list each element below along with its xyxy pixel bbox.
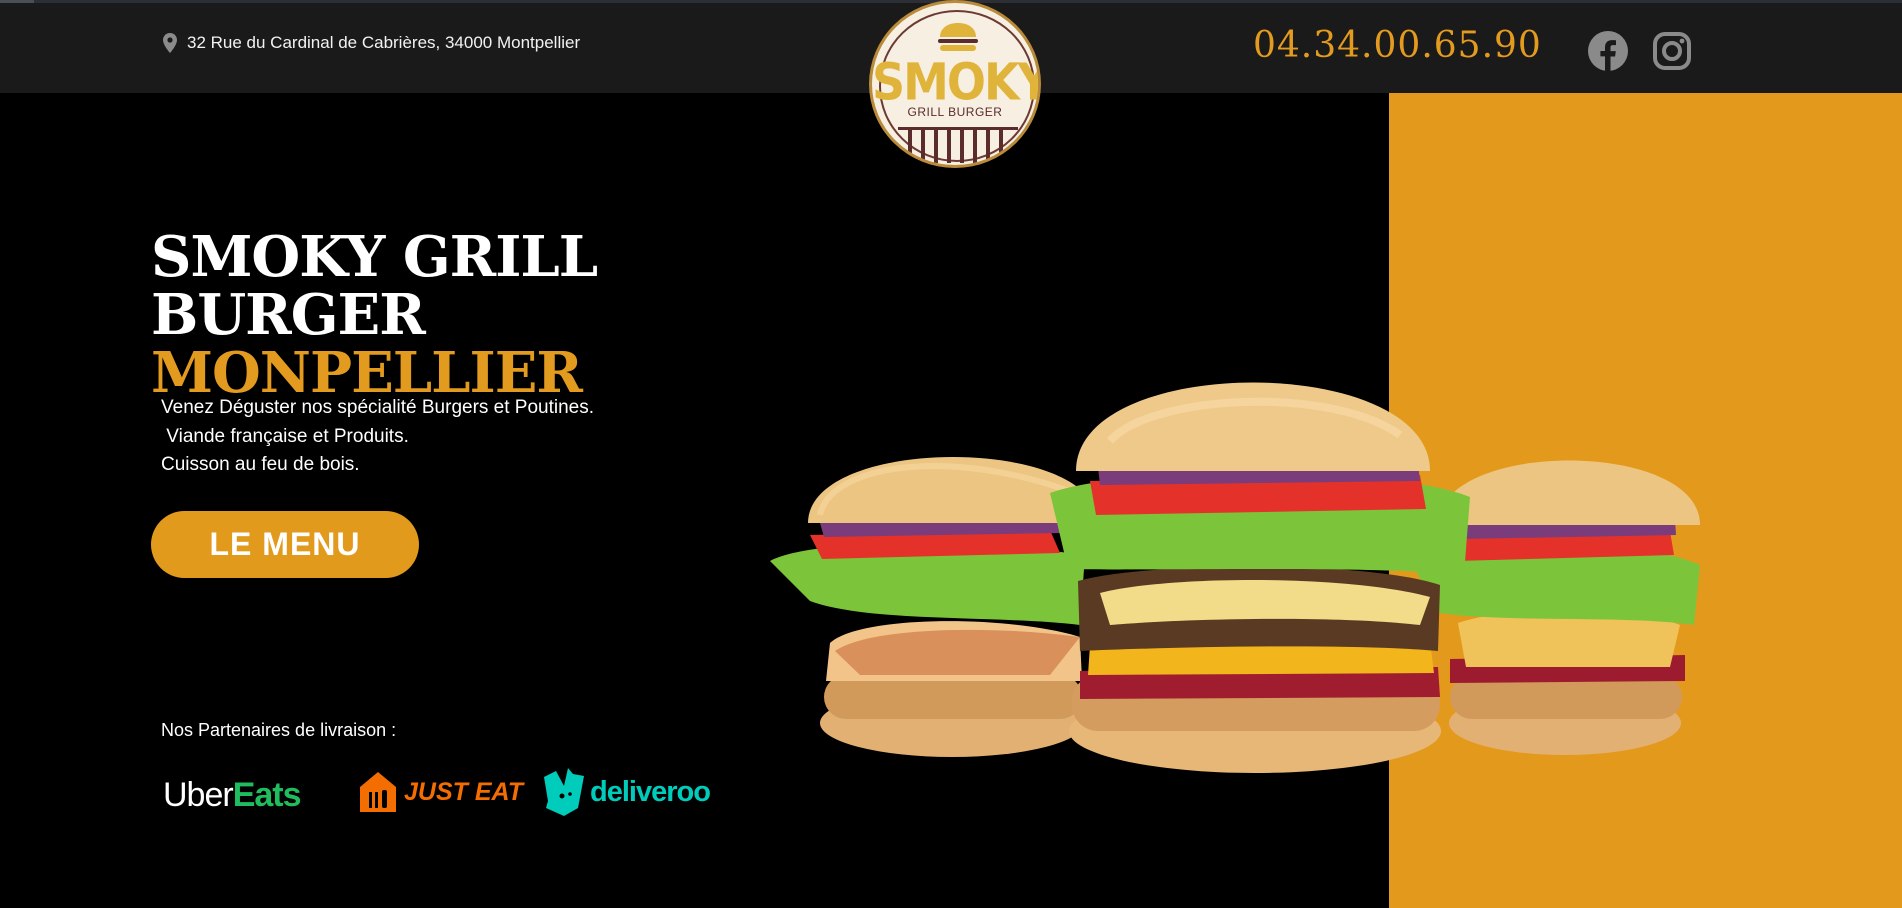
facebook-icon[interactable] <box>1588 31 1628 71</box>
address-text: 32 Rue du Cardinal de Cabrières, 34000 M… <box>187 33 581 52</box>
deliveroo-logo[interactable]: deliveroo <box>540 768 711 816</box>
instagram-icon[interactable] <box>1652 31 1692 71</box>
address: 32 Rue du Cardinal de Cabrières, 34000 M… <box>163 33 580 53</box>
phone-number[interactable]: 04.34.00.65.90 <box>1253 25 1542 66</box>
title-line-2: BURGER <box>151 281 426 348</box>
menu-button[interactable]: LE MENU <box>151 511 419 578</box>
hero-tagline: Venez Déguster nos spécialité Burgers et… <box>161 397 595 475</box>
logo-subtitle: GRILL BURGER <box>907 105 1003 119</box>
justeat-house-icon <box>360 772 396 812</box>
ubereats-logo[interactable]: UberEats <box>163 776 302 815</box>
brand-logo[interactable]: SMOKY GRILL BURGER <box>869 0 1041 168</box>
burger-logo-icon <box>938 23 978 51</box>
logo-wordmark: SMOKY <box>872 52 1041 112</box>
justeat-logo[interactable]: JUST EAT <box>358 770 523 814</box>
map-pin-icon <box>163 33 177 53</box>
hero-title: SMOKY GRILL BURGER MONPELLIER <box>151 223 598 406</box>
three-burgers-image <box>770 382 1700 773</box>
grill-bars-graphic <box>908 129 1006 163</box>
title-line-1: SMOKY GRILL <box>151 223 598 290</box>
title-accent: MONPELLIER <box>151 339 583 406</box>
deliveroo-kangaroo-icon <box>544 768 584 816</box>
partners-label: Nos Partenaires de livraison : <box>161 720 397 740</box>
